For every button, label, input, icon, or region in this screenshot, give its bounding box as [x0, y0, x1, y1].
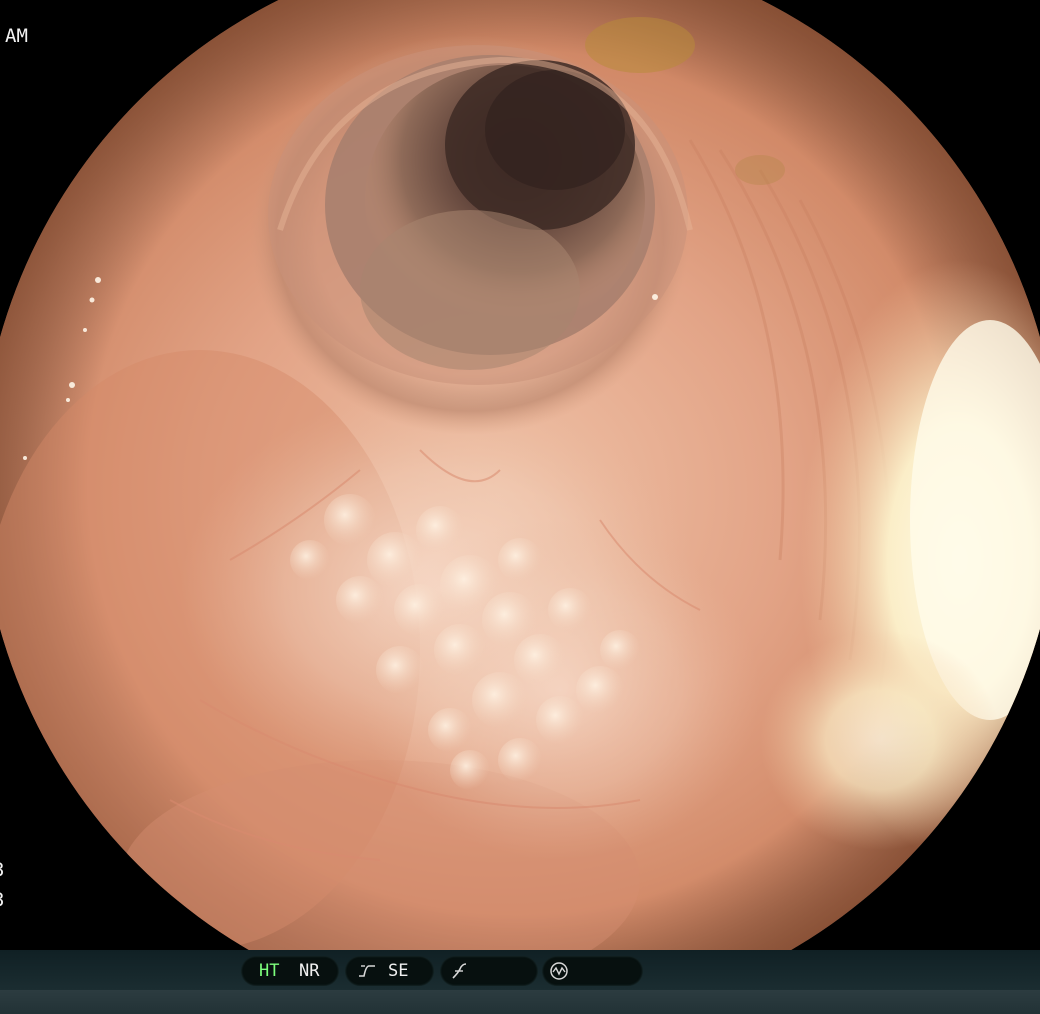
- nr-label: NR: [299, 961, 320, 981]
- ht-label: HT: [259, 961, 280, 981]
- status-bar-lower: [0, 990, 1040, 1014]
- side-mark-bottom: 3: [0, 890, 4, 910]
- side-mark-top: 3: [0, 860, 4, 880]
- ht-nr-indicator: [241, 956, 339, 986]
- endoscopy-screen: AM 3 3 HT NR SE: [0, 0, 1040, 1014]
- curve-icon: [359, 965, 375, 977]
- endoscopic-view: [0, 0, 1040, 950]
- slash-icon: [452, 963, 467, 979]
- corner-label: AM: [5, 25, 28, 47]
- se-label: SE: [388, 961, 409, 981]
- wave-icon: [550, 962, 568, 980]
